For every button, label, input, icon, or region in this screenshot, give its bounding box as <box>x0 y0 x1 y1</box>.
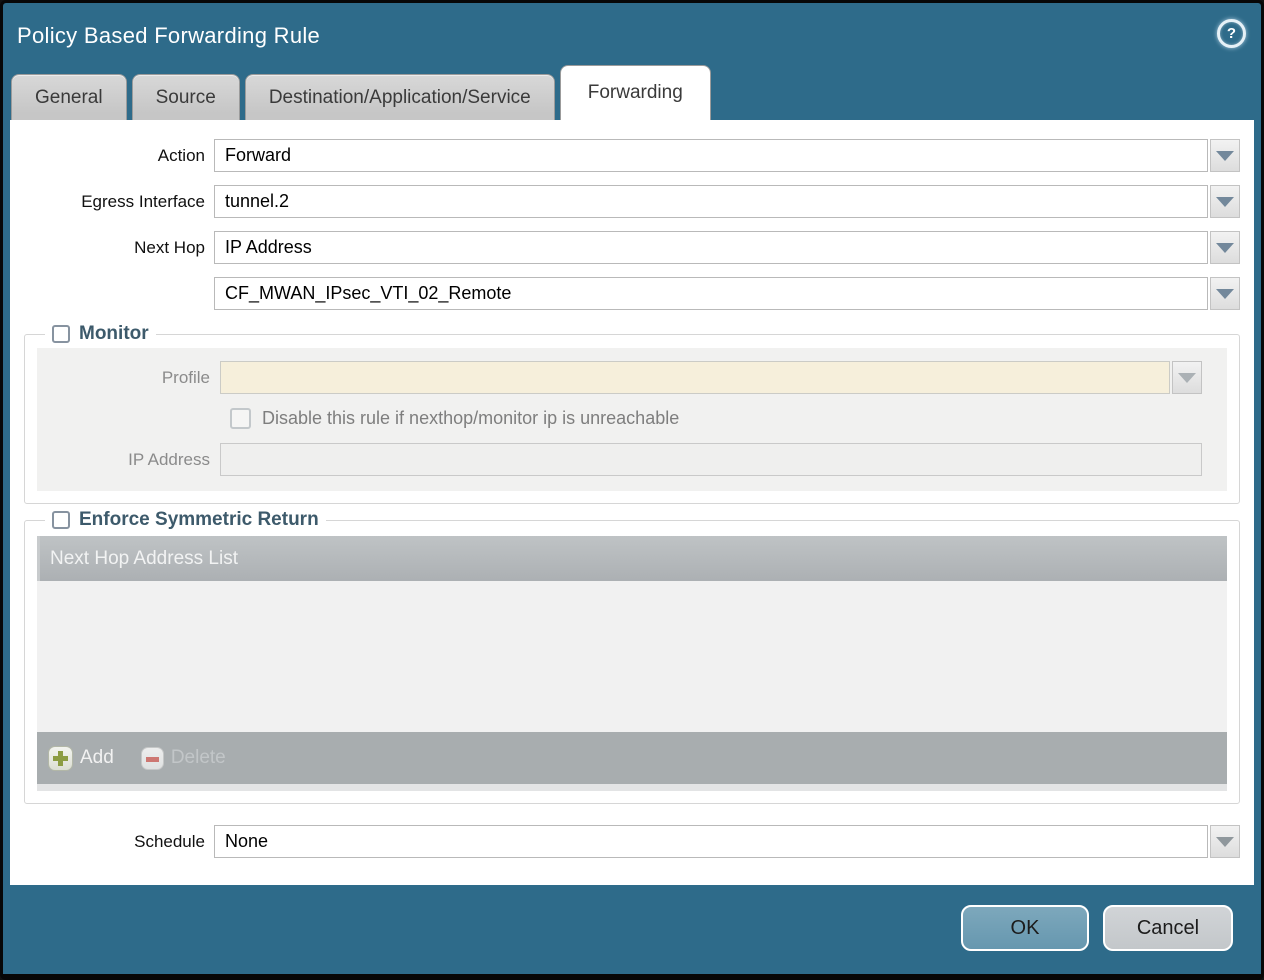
monitor-group: Monitor Profile Disable this rule if nex… <box>24 323 1240 504</box>
chevron-down-icon <box>1178 373 1196 383</box>
chevron-down-icon <box>1216 151 1234 161</box>
tab-label: General <box>35 87 103 109</box>
schedule-row: Schedule None <box>10 825 1254 858</box>
next-hop-row: Next Hop IP Address <box>10 231 1254 264</box>
profile-dropdown-button-disabled <box>1172 361 1202 394</box>
tab-label: Destination/Application/Service <box>269 87 531 109</box>
action-row: Action Forward <box>10 139 1254 172</box>
next-hop-type-combobox[interactable]: IP Address <box>214 231 1208 264</box>
schedule-label: Schedule <box>10 832 214 852</box>
next-hop-address-list-body[interactable] <box>37 581 1227 732</box>
plus-icon <box>48 746 73 771</box>
schedule-combobox[interactable]: None <box>214 825 1208 858</box>
action-label: Action <box>10 146 214 166</box>
chevron-down-icon <box>1216 243 1234 253</box>
tab-label: Forwarding <box>588 82 683 104</box>
tab-source[interactable]: Source <box>132 74 240 120</box>
action-combobox[interactable]: Forward <box>214 139 1208 172</box>
monitor-legend: Monitor <box>45 323 156 345</box>
chevron-down-icon <box>1216 837 1234 847</box>
list-bottom-strip <box>37 784 1227 791</box>
dialog-footer: OK Cancel <box>3 885 1261 971</box>
next-hop-address-row: CF_MWAN_IPsec_VTI_02_Remote <box>10 277 1254 310</box>
enforce-symmetric-return-checkbox[interactable] <box>52 511 70 529</box>
next-hop-address-list-header: Next Hop Address List <box>37 536 1227 581</box>
next-hop-type-dropdown-button[interactable] <box>1210 231 1240 264</box>
next-hop-address-list-header-label: Next Hop Address List <box>50 548 238 570</box>
profile-row: Profile <box>37 361 1227 394</box>
disable-rule-checkbox-disabled <box>230 408 251 429</box>
help-icon[interactable]: ? <box>1217 19 1246 48</box>
dialog-title: Policy Based Forwarding Rule <box>17 23 1261 49</box>
disable-rule-label: Disable this rule if nexthop/monitor ip … <box>262 408 679 429</box>
tab-general[interactable]: General <box>11 74 127 120</box>
monitor-ip-input-disabled <box>220 443 1202 476</box>
schedule-dropdown-button[interactable] <box>1210 825 1240 858</box>
next-hop-address-combobox[interactable]: CF_MWAN_IPsec_VTI_02_Remote <box>214 277 1208 310</box>
action-dropdown-button[interactable] <box>1210 139 1240 172</box>
next-hop-address-list: Next Hop Address List Add Delete <box>37 536 1227 791</box>
forwarding-tab-panel: Action Forward Egress Interface tunnel.2… <box>10 120 1254 885</box>
add-button-label: Add <box>80 747 114 769</box>
profile-combobox-disabled <box>220 361 1170 394</box>
enforce-symmetric-return-legend: Enforce Symmetric Return <box>45 509 326 531</box>
egress-interface-label: Egress Interface <box>10 192 214 212</box>
tab-label: Source <box>156 87 216 109</box>
title-bar: Policy Based Forwarding Rule ? <box>3 3 1261 65</box>
minus-icon <box>141 747 164 770</box>
delete-button-label: Delete <box>171 747 226 769</box>
chevron-down-icon <box>1216 197 1234 207</box>
tab-forwarding[interactable]: Forwarding <box>560 65 711 120</box>
monitor-legend-label: Monitor <box>79 323 149 345</box>
next-hop-address-list-toolbar: Add Delete <box>37 732 1227 784</box>
monitor-panel: Profile Disable this rule if nexthop/mon… <box>37 348 1227 491</box>
next-hop-label: Next Hop <box>10 238 214 258</box>
egress-interface-row: Egress Interface tunnel.2 <box>10 185 1254 218</box>
add-button[interactable]: Add <box>48 746 114 771</box>
enforce-symmetric-return-legend-label: Enforce Symmetric Return <box>79 509 319 531</box>
disable-rule-row: Disable this rule if nexthop/monitor ip … <box>230 408 1227 429</box>
policy-based-forwarding-rule-dialog: Policy Based Forwarding Rule ? General S… <box>0 0 1264 980</box>
monitor-checkbox[interactable] <box>52 325 70 343</box>
tab-strip: General Source Destination/Application/S… <box>3 65 1261 120</box>
ok-button[interactable]: OK <box>961 905 1089 951</box>
egress-interface-combobox[interactable]: tunnel.2 <box>214 185 1208 218</box>
monitor-ip-row: IP Address <box>37 443 1227 476</box>
next-hop-address-dropdown-button[interactable] <box>1210 277 1240 310</box>
profile-label: Profile <box>37 368 220 388</box>
tab-destination-application-service[interactable]: Destination/Application/Service <box>245 74 555 120</box>
cancel-button[interactable]: Cancel <box>1103 905 1233 951</box>
egress-interface-dropdown-button[interactable] <box>1210 185 1240 218</box>
enforce-symmetric-return-group: Enforce Symmetric Return Next Hop Addres… <box>24 509 1240 804</box>
monitor-ip-label: IP Address <box>37 450 220 470</box>
delete-button-disabled: Delete <box>141 747 226 770</box>
chevron-down-icon <box>1216 289 1234 299</box>
